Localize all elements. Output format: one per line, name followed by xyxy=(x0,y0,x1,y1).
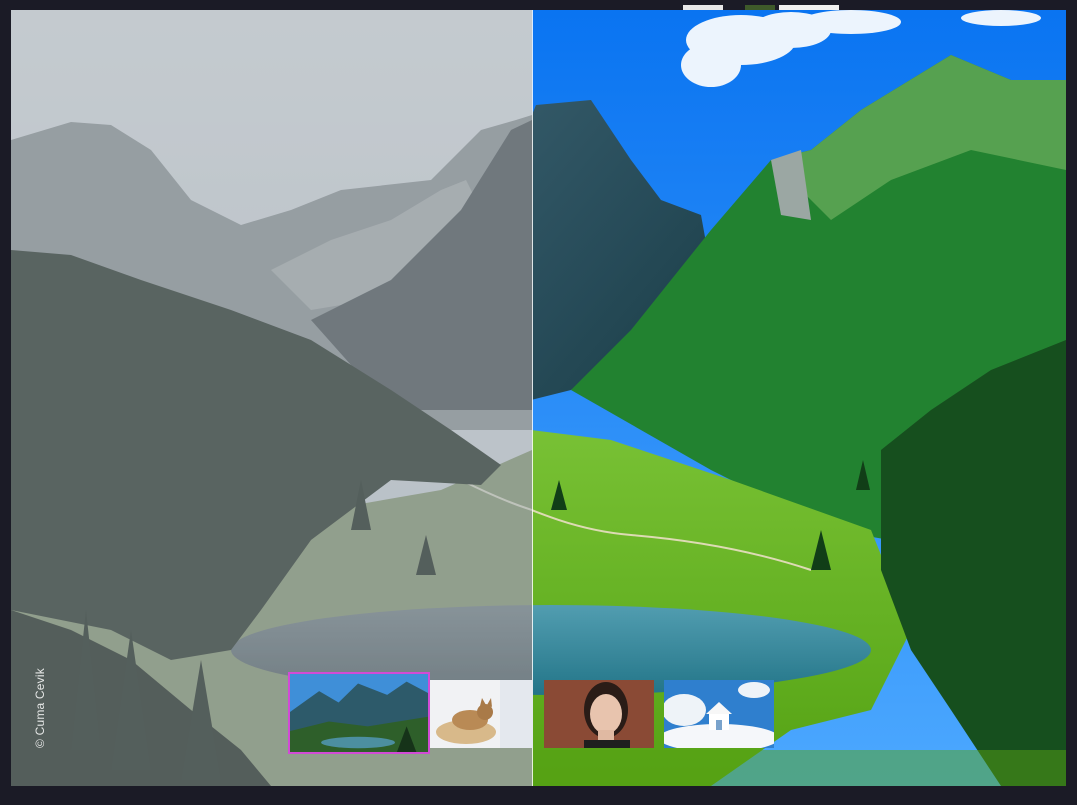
thumbnail-mountain-lake[interactable] xyxy=(288,672,430,754)
landscape-before xyxy=(11,10,532,786)
thumbnail-woman-portrait[interactable] xyxy=(544,680,654,748)
photo-credit: © Cuma Cevik xyxy=(33,668,47,748)
top-decoration xyxy=(683,0,841,13)
thumbnail-cat-in-basket[interactable] xyxy=(430,680,533,748)
clouds-thumb-image xyxy=(664,680,774,748)
thumbnail-strip xyxy=(288,672,776,758)
cat-thumb-image xyxy=(430,680,533,748)
thumbnail-house-in-clouds[interactable] xyxy=(664,680,774,748)
compare-divider-handle[interactable] xyxy=(532,10,533,786)
before-image xyxy=(11,10,532,786)
mountain-lake-thumb-image xyxy=(290,674,428,752)
portrait-thumb-image xyxy=(544,680,654,748)
image-compare-viewer[interactable]: © Cuma Cevik xyxy=(11,10,1066,786)
